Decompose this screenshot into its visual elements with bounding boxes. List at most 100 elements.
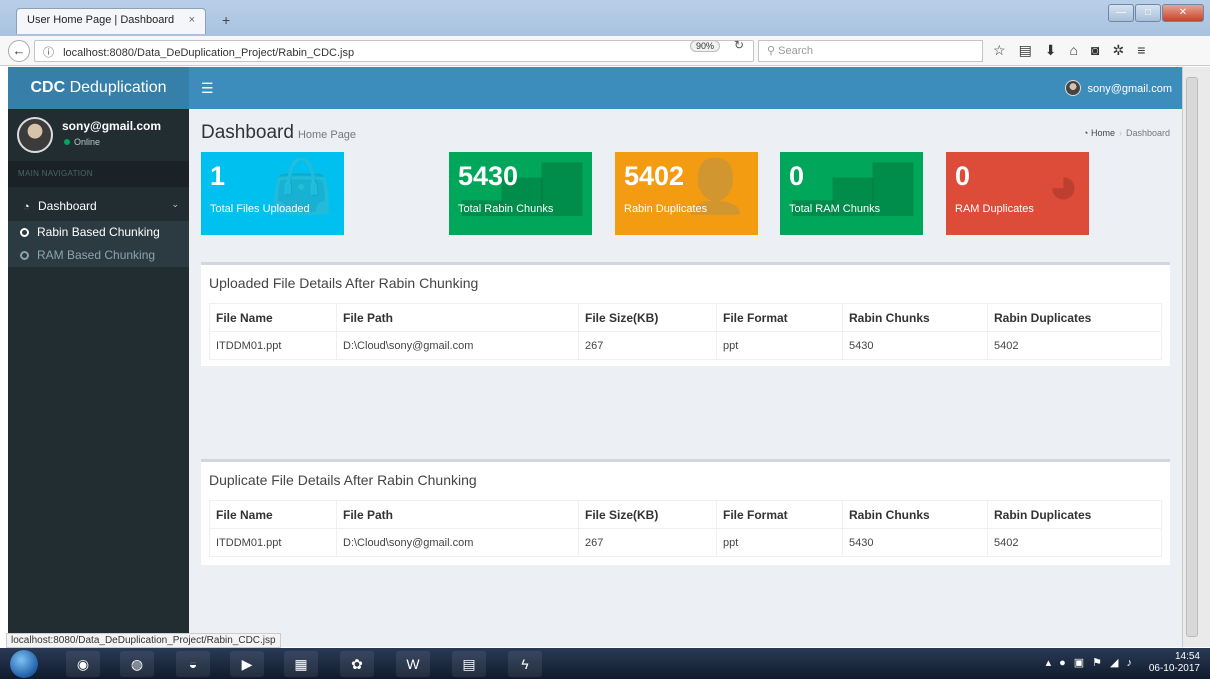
search-placeholder: Search [778,45,813,57]
settings-app-icon[interactable]: ✿ [340,651,374,677]
user-panel: sony@gmail.com Online [8,109,189,161]
breadcrumb-home[interactable]: Home [1091,128,1115,138]
column-header: Rabin Chunks [842,500,988,529]
breadcrumb-separator: › [1118,128,1122,138]
pie-chart-icon: ◕ [1047,157,1079,215]
back-button[interactable]: ← [8,40,30,62]
clock-time: 14:54 [1174,651,1200,662]
firefox-icon[interactable]: ◍ [120,651,154,677]
panel-title: Uploaded File Details After Rabin Chunki… [209,275,479,291]
top-navbar: ☰ sony@gmail.com [189,67,1182,109]
column-header: Rabin Chunks [842,303,988,332]
brand-rest: Deduplication [65,79,167,96]
maximize-button[interactable]: □ [1135,4,1161,22]
circle-icon [20,251,29,260]
app-logo[interactable]: CDC Deduplication [8,67,189,109]
sidebar-item-label: Rabin Based Chunking [37,225,160,239]
sidebar-item-dashboard[interactable]: ◔ Dashboard ⌄ [8,191,189,221]
sidebar-item-label: Dashboard [38,199,97,213]
menu-icon[interactable]: ≡ [1137,42,1145,59]
ie-icon[interactable]: ◒ [176,651,210,677]
brand-bold: CDC [30,79,66,96]
nav-header: MAIN NAVIGATION [8,161,189,187]
page-title: Dashboard Home Page [201,122,356,144]
page-title-text: Dashboard [201,122,294,143]
toolbar-icons: ☆ ▤ ⬇ ⌂ ◙ ✲ ≡ [993,42,1145,59]
home-icon: ◔ [1083,128,1091,138]
stat-label: Total Rabin Chunks [458,203,554,215]
download-icon[interactable]: ⬇ [1045,42,1057,59]
stat-label: Total RAM Chunks [789,203,881,215]
system-tray-icons[interactable]: ▴●▣⚑◢♪ [1046,656,1140,669]
table-row: ITDDM01.ppt D:\Cloud\sony@gmail.com 267 … [209,528,1162,557]
duplicate-files-table: File Name File Path File Size(KB) File F… [209,500,1162,557]
column-header: File Size(KB) [578,303,717,332]
tab-title: User Home Page | Dashboard [27,14,175,26]
main-content: Dashboard Home Page ◔ Home › Dashboard 👜 1 … [189,109,1182,647]
user-status-label: Online [74,137,101,147]
uploaded-files-panel: Uploaded File Details After Rabin Chunki… [201,262,1170,366]
chrome-icon[interactable]: ◉ [66,651,100,677]
reload-icon[interactable]: ↻ [734,38,744,52]
duplicate-files-panel: Duplicate File Details After Rabin Chunk… [201,459,1170,565]
sidebar-item-ram[interactable]: RAM Based Chunking [8,244,189,267]
user-status: Online [64,137,100,147]
column-header: Rabin Duplicates [987,303,1162,332]
stat-label: Rabin Duplicates [624,203,708,215]
windows-taskbar: ◉ ◍ ◒ ▶ ▦ ✿ W ▤ ϟ ▴●▣⚑◢♪ 14:54 06-10-201… [0,648,1210,679]
window-controls: — □ ✕ [1107,4,1204,22]
table-cell: ppt [716,331,843,360]
user-menu[interactable]: sony@gmail.com [1065,80,1172,96]
column-header: Rabin Duplicates [987,500,1162,529]
stat-value: 0 [789,161,805,191]
dashboard-icon: ◔ [23,201,30,213]
url-text: localhost:8080/Data_DeDuplication_Projec… [63,47,355,59]
close-window-button[interactable]: ✕ [1162,4,1204,22]
new-tab-button[interactable]: + [222,12,230,28]
column-header: File Path [336,303,579,332]
chevron-down-icon: ⌄ [171,199,179,209]
bookmark-star-icon[interactable]: ☆ [993,42,1006,59]
tab-close-icon[interactable]: × [189,14,195,26]
address-toolbar: ← ⓘ localhost:8080/Data_DeDuplication_Pr… [0,36,1210,66]
url-bar[interactable]: ⓘ localhost:8080/Data_DeDuplication_Proj… [34,40,754,62]
avatar [17,117,53,153]
sidebar-toggle-icon[interactable]: ☰ [201,80,214,97]
flash-icon[interactable]: ϟ [508,651,542,677]
home-icon[interactable]: ⌂ [1070,42,1078,59]
media-player-icon[interactable]: ▶ [230,651,264,677]
online-dot-icon [64,139,70,145]
column-header: File Size(KB) [578,500,717,529]
stat-value: 1 [210,161,226,191]
file-explorer-icon[interactable]: ▦ [284,651,318,677]
column-header: File Format [716,500,843,529]
topbar-user-email: sony@gmail.com [1087,83,1172,95]
column-header: File Path [336,500,579,529]
extension-icon[interactable]: ✲ [1112,42,1124,59]
search-input[interactable]: ⚲ Search [758,40,983,62]
zoom-indicator[interactable]: 90% [690,40,721,52]
reading-list-icon[interactable]: ▤ [1019,42,1032,59]
user-email: sony@gmail.com [62,119,162,133]
page-scrollbar[interactable] [1182,67,1210,647]
avatar [1065,80,1082,96]
sidebar-item-rabin[interactable]: Rabin Based Chunking [8,221,189,244]
stat-box-ram-duplicates: ◕ 0 RAM Duplicates [946,152,1089,235]
table-header-row: File Name File Path File Size(KB) File F… [209,303,1162,332]
word-icon[interactable]: W [396,651,430,677]
scrollbar-thumb[interactable] [1186,77,1198,637]
circle-icon [20,228,29,237]
table-cell: 5402 [987,528,1162,557]
pocket-icon[interactable]: ◙ [1091,42,1099,59]
minimize-button[interactable]: — [1108,4,1134,22]
browser-window: User Home Page | Dashboard × + — □ ✕ ← ⓘ… [0,0,1210,679]
info-icon[interactable]: ⓘ [43,47,54,59]
sidebar: CDC Deduplication sony@gmail.com Online … [8,67,189,647]
clock[interactable]: 14:54 06-10-2017 [1149,651,1200,675]
browser-tab[interactable]: User Home Page | Dashboard × [16,8,206,34]
stat-label: Total Files Uploaded [210,203,310,215]
table-cell: 267 [578,331,717,360]
winrar-icon[interactable]: ▤ [452,651,486,677]
start-button[interactable] [10,650,38,678]
table-cell: 5430 [842,331,988,360]
